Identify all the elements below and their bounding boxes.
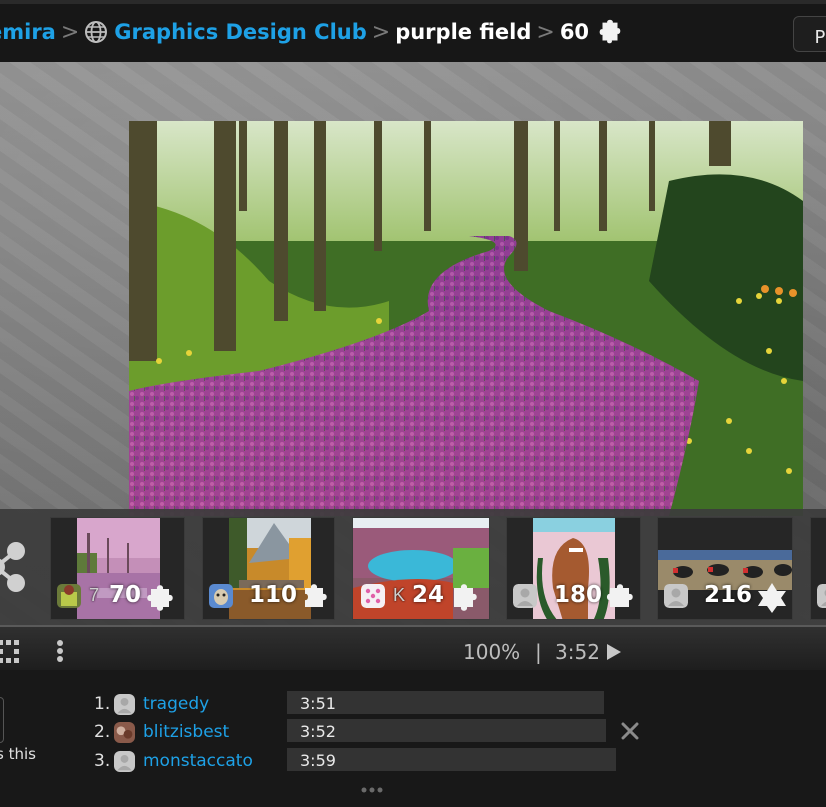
leaderboard-username[interactable]: monstaccato <box>143 751 253 771</box>
puzzle-piece-icon <box>607 584 633 607</box>
puzzle-piece-icon <box>147 585 173 611</box>
puzzle-toolbar <box>0 627 826 670</box>
close-icon[interactable] <box>620 721 640 741</box>
puzzle-image[interactable] <box>129 121 803 516</box>
default-avatar <box>817 584 826 608</box>
leaderboard-row: 3. monstaccato <box>94 749 253 773</box>
play-button[interactable]: Pla <box>793 16 826 52</box>
breadcrumb-piece-count: 60 <box>559 20 590 44</box>
timer: 3:52 <box>555 640 600 664</box>
toolbar-separator: | <box>535 640 542 664</box>
partial-description-text: s this <box>0 745 36 763</box>
leaderboard-rank: 3. <box>94 751 111 771</box>
piece-count: 180 <box>554 582 603 608</box>
breadcrumb-separator: > <box>371 19 391 45</box>
puzzle-card[interactable] <box>810 517 826 620</box>
puzzle-card[interactable]: 7 70 <box>50 517 185 620</box>
breadcrumb: emira > Graphics Design Club > purple fi… <box>0 17 625 47</box>
user-avatar <box>57 584 81 608</box>
star-piece-icon <box>758 583 786 613</box>
piece-count: 216 <box>704 582 753 608</box>
piece-count: 110 <box>249 582 298 608</box>
leaderboard-username[interactable]: tragedy <box>143 694 209 714</box>
leaderboard-username[interactable]: blitzisbest <box>143 722 229 742</box>
puzzle-card[interactable]: 110 <box>202 517 335 620</box>
puzzle-piece-icon <box>599 19 621 44</box>
zoom-level[interactable]: 100% <box>463 640 520 664</box>
default-avatar <box>114 750 135 772</box>
more-icon[interactable] <box>360 786 384 794</box>
breadcrumb-separator: > <box>536 19 555 45</box>
breadcrumb-user-link[interactable]: emira <box>0 20 56 44</box>
time-bar <box>287 748 616 771</box>
piece-count: 70 <box>109 582 142 608</box>
default-avatar <box>664 584 688 608</box>
leaderboard-row: 2. blitzisbest <box>94 720 229 744</box>
breadcrumb-puzzle-title: purple field <box>395 20 532 44</box>
puzzle-card[interactable]: 180 <box>506 517 641 620</box>
user-avatar <box>361 584 385 608</box>
user-avatar <box>209 584 233 608</box>
default-avatar <box>513 584 537 608</box>
puzzle-card[interactable]: K 24 <box>352 517 490 620</box>
leaderboard-rank: 1. <box>94 694 111 714</box>
puzzle-piece-icon <box>454 584 477 611</box>
piece-count: 24 <box>412 582 445 608</box>
share-icon[interactable] <box>0 541 26 593</box>
puzzle-card[interactable]: 216 <box>657 517 793 620</box>
leaderboard-row: 1. tragedy <box>94 692 209 716</box>
leaderboard-rank: 2. <box>94 722 111 742</box>
play-icon[interactable] <box>606 643 622 661</box>
grid-icon[interactable] <box>0 638 24 666</box>
breadcrumb-club-link[interactable]: Graphics Design Club <box>114 20 366 44</box>
kebab-menu-icon[interactable] <box>56 638 64 664</box>
partial-button[interactable] <box>0 697 4 743</box>
rank-hint: 7 <box>89 585 100 605</box>
leaderboard-time: 3:51 <box>300 694 336 713</box>
globe-icon <box>85 21 108 43</box>
leaderboard-time: 3:59 <box>300 751 336 770</box>
rank-hint: K <box>393 585 406 605</box>
default-avatar <box>114 693 135 715</box>
puzzle-piece-icon <box>305 584 327 607</box>
user-avatar <box>114 721 135 743</box>
breadcrumb-separator: > <box>60 19 80 45</box>
leaderboard-time: 3:52 <box>300 722 336 741</box>
